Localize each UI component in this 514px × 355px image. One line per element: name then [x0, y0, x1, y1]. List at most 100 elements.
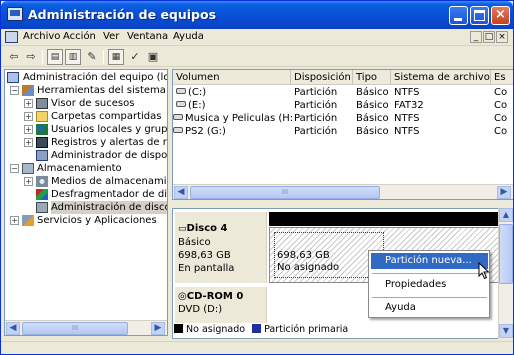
scroll-thumb[interactable]: III — [190, 186, 380, 199]
scroll-thumb[interactable]: III — [22, 322, 128, 335]
disk-type: Básico — [178, 237, 211, 248]
disk-management-icon — [36, 202, 48, 213]
window-title: Administración de equipos — [28, 7, 217, 22]
console-tree[interactable]: Administración del equipo (loca − Herram… — [4, 69, 168, 336]
table-row[interactable]: Musica y Peliculas (H:) Partición Básico… — [173, 112, 513, 125]
event-viewer-icon — [36, 98, 48, 109]
expand-icon[interactable]: + — [24, 138, 33, 147]
tree-item-label: Herramientas del sistema — [37, 85, 166, 96]
type-cell: Básico — [356, 113, 389, 124]
table-row[interactable]: PS2 (G:) Partición Básico NTFS Co — [173, 125, 513, 138]
status-bar — [1, 341, 513, 354]
tree-item-label: Usuarios locales y grupc — [51, 124, 168, 135]
expand-icon[interactable]: + — [24, 125, 33, 134]
child-close-button[interactable]: × — [496, 31, 508, 43]
column-status[interactable]: Es — [491, 70, 513, 85]
computer-management-window: Administración de equipos × Archivo Acci… — [0, 0, 514, 355]
column-layout[interactable]: Disposición — [291, 70, 353, 85]
disk-type: DVD (D:) — [178, 304, 223, 315]
tree-item-label: Administración de discos — [51, 201, 167, 214]
disk-view-vertical-scrollbar[interactable]: ▲ ▼ — [498, 208, 513, 339]
menu-ventana[interactable]: Ventana — [127, 31, 168, 42]
legend-swatch-unallocated — [174, 324, 183, 333]
forward-arrow-icon[interactable]: ⇨ — [23, 49, 39, 65]
column-volume[interactable]: Volumen — [173, 70, 291, 85]
volume-name: Musica y Peliculas (H:) — [185, 113, 293, 124]
scroll-down-button[interactable]: ▼ — [499, 324, 513, 338]
cdrom-0-label[interactable]: ◎CD-ROM 0 DVD (D:) — [175, 287, 267, 323]
child-restore-button[interactable]: □ — [483, 31, 495, 43]
cdrom-icon: ◎ — [178, 291, 187, 302]
disk-icon[interactable]: ▣ — [145, 49, 161, 65]
tree-item-label: Medios de almacenamie — [51, 176, 168, 187]
properties-icon[interactable]: ▦ — [108, 49, 124, 65]
expand-icon[interactable]: + — [24, 112, 33, 121]
layout-cell: Partición — [294, 126, 338, 137]
volume-list-header: Volumen Disposición Tipo Sistema de arch… — [173, 70, 513, 85]
expand-icon[interactable]: + — [24, 99, 33, 108]
menu-ver[interactable]: Ver — [103, 31, 119, 42]
maximize-icon — [474, 10, 485, 21]
legend-swatch-primary — [252, 324, 262, 333]
expand-icon[interactable]: + — [24, 177, 33, 186]
menu-ayuda[interactable]: Ayuda — [173, 31, 204, 42]
type-cell: Básico — [356, 100, 389, 111]
title-bar[interactable]: Administración de equipos × — [1, 1, 513, 29]
drive-icon — [173, 127, 183, 133]
child-window-controls: _ □ × — [469, 31, 508, 43]
file-system-cell: NTFS — [394, 87, 420, 98]
back-arrow-icon[interactable]: ⇦ — [6, 49, 22, 65]
maximize-button[interactable] — [470, 6, 489, 25]
child-minimize-button[interactable]: _ — [470, 31, 482, 43]
drive-icon — [173, 114, 183, 120]
up-folder-icon[interactable]: ▤ — [47, 49, 63, 65]
menu-item-properties[interactable]: Propiedades — [371, 277, 488, 293]
status-cell: Co — [494, 100, 508, 111]
mouse-cursor-icon — [478, 262, 490, 280]
volume-name-cell: Musica y Peliculas (H:) — [173, 112, 293, 125]
table-row[interactable]: (C:) Partición Básico NTFS Co — [173, 86, 513, 99]
menu-item-new-partition[interactable]: Partición nueva... — [371, 253, 488, 269]
minimize-button[interactable] — [449, 6, 468, 25]
menu-bar: Archivo Acción Ver Ventana Ayuda _ □ × — [1, 29, 513, 46]
disk-4-label[interactable]: ▭Disco 4 Básico 698,63 GB En pantalla — [175, 212, 267, 283]
menu-archivo[interactable]: Archivo — [23, 31, 60, 42]
tree-item-label: Desfragmentador de dis — [51, 189, 168, 200]
unallocated-size: 698,63 GB — [277, 250, 330, 261]
collapse-icon[interactable]: − — [10, 164, 19, 173]
disk-legend: No asignado Partición primaria — [172, 323, 492, 337]
settings-icon[interactable]: ✓ — [127, 49, 143, 65]
tree-horizontal-scrollbar[interactable]: ◀ III ▶ — [5, 320, 167, 335]
scroll-right-button[interactable]: ▶ — [497, 186, 511, 199]
volume-list-horizontal-scrollbar[interactable]: ◀ III ▶ — [173, 184, 513, 199]
performance-icon — [36, 137, 48, 148]
defrag-icon — [36, 189, 48, 200]
table-row[interactable]: (E:) Partición Básico FAT32 Co — [173, 99, 513, 112]
scroll-left-button[interactable]: ◀ — [174, 186, 188, 199]
scroll-left-button[interactable]: ◀ — [6, 322, 20, 335]
column-file-system[interactable]: Sistema de archivos — [391, 70, 491, 85]
column-type[interactable]: Tipo — [353, 70, 391, 85]
drive-icon — [176, 101, 186, 107]
drive-icon — [176, 88, 186, 94]
scroll-up-button[interactable]: ▲ — [499, 208, 513, 222]
menu-item-help[interactable]: Ayuda — [371, 300, 488, 316]
users-icon — [36, 124, 48, 135]
tree-item-label: Servicios y Aplicaciones — [37, 215, 157, 226]
tree-item-label: Visor de sucesos — [51, 98, 135, 109]
file-system-cell: NTFS — [394, 126, 420, 137]
scroll-right-button[interactable]: ▶ — [151, 322, 165, 335]
menu-accion[interactable]: Acción — [63, 31, 96, 42]
menu-separator — [372, 273, 487, 274]
show-tree-icon[interactable]: ▥ — [65, 49, 81, 65]
expand-icon[interactable]: + — [10, 216, 19, 225]
help-icon[interactable]: ✎ — [84, 49, 100, 65]
computer-icon — [7, 72, 19, 83]
console-window-icon[interactable] — [5, 31, 18, 43]
close-button[interactable]: × — [491, 6, 510, 25]
scroll-thumb[interactable] — [499, 224, 513, 284]
unallocated-bar — [269, 212, 505, 226]
collapse-icon[interactable]: − — [10, 86, 19, 95]
volume-list[interactable]: Volumen Disposición Tipo Sistema de arch… — [172, 69, 513, 200]
status-cell: Co — [494, 87, 508, 98]
